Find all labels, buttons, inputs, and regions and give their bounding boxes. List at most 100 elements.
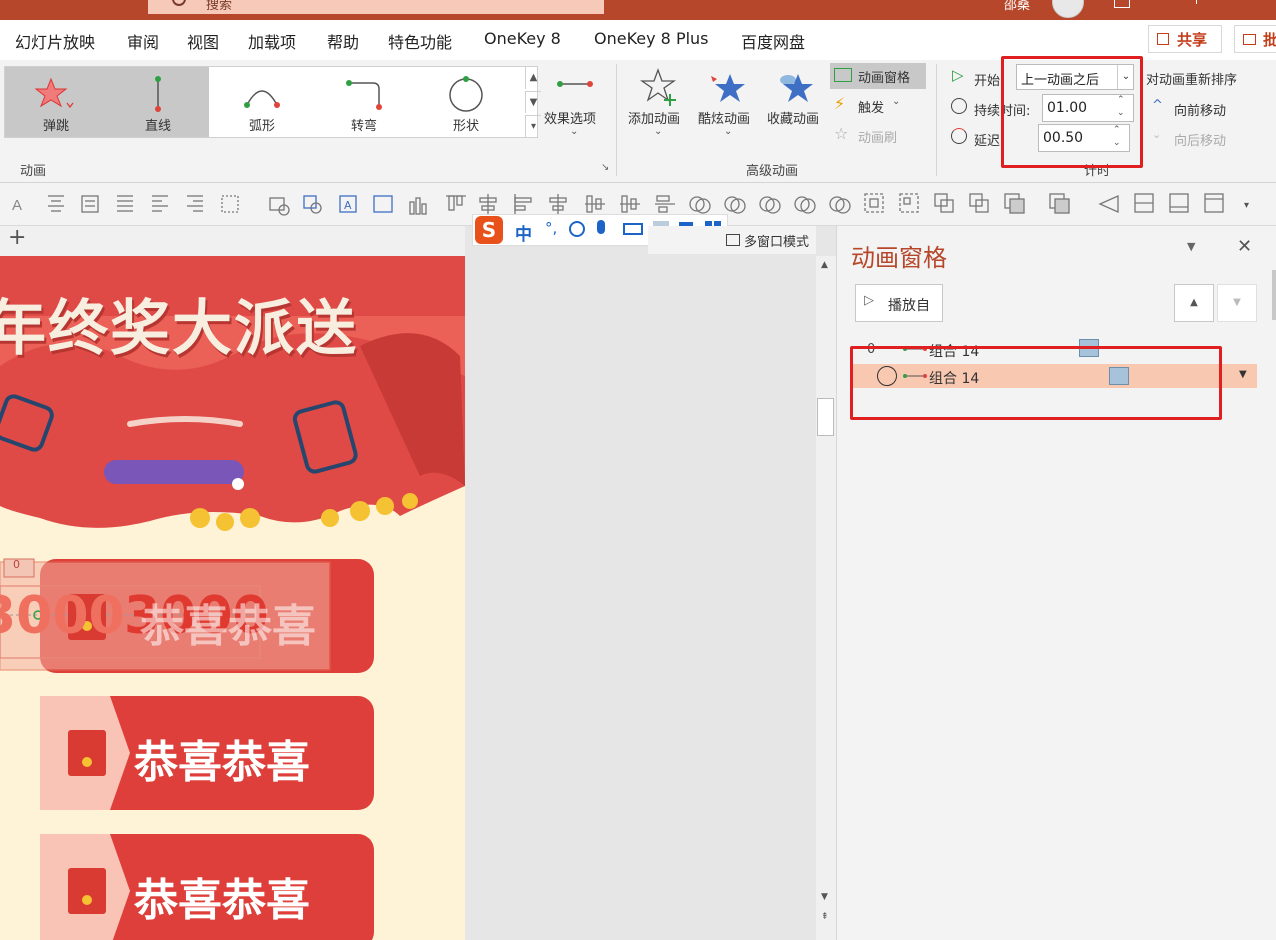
search-box[interactable]: 搜索 [148,0,604,14]
banner3-text[interactable]: 恭喜恭喜 [134,864,310,928]
gallery-up-arrow[interactable]: ▲ [525,67,541,89]
group-label-advanced: 高级动画 [746,160,798,179]
dialog-launcher-icon[interactable]: ↘ [601,162,609,173]
multiwindow-icon [726,234,740,246]
slide-title[interactable]: 年终奖大派送 [0,280,358,367]
ime-punctuation[interactable]: °, [545,219,557,237]
tab-slideshow[interactable]: 幻灯片放映 [15,29,95,53]
multiwindow-bar: 多窗口模式 [648,226,816,254]
scroll-up-icon[interactable]: ▲ [821,260,828,270]
animation-painter-button[interactable]: ☆ 动画刷 [834,124,914,146]
gallery-label-turn: 转弯 [313,115,415,134]
microphone-icon[interactable] [597,220,605,234]
pane-scrollbar[interactable] [1272,270,1276,320]
close-icon[interactable]: ✕ [1237,236,1252,257]
item-dropdown-icon[interactable]: ▼ [1239,369,1247,380]
restore-icon[interactable] [1114,0,1130,8]
tab-features[interactable]: 特色功能 [388,29,452,53]
trigger-label: 触发 [858,97,884,116]
chevron-down-icon: ⌄ [654,126,662,137]
tab-baidu-netdisk[interactable]: 百度网盘 [741,29,805,53]
banner1-text[interactable]: 恭喜恭喜 [140,590,316,654]
gallery-more-arrow[interactable]: ▾ [525,115,541,137]
comment-label: 批 [1263,29,1276,50]
move-earlier-button[interactable]: ^ 向前移动 [1150,98,1260,120]
slide-canvas[interactable]: 年终奖大派送 3000 3000 恭喜恭喜 0 恭喜恭喜 恭喜恭喜 [0,256,465,940]
gallery-item-shape[interactable]: 形状 [415,67,517,137]
svg-text:A: A [12,197,22,214]
fav-animation-label: 收藏动画 [767,108,819,127]
tab-onekey8[interactable]: OneKey 8 [484,29,561,48]
sogou-logo-icon[interactable]: S [475,216,503,244]
tab-view[interactable]: 视图 [187,29,219,53]
banner2-text[interactable]: 恭喜恭喜 [134,726,310,790]
gallery-label-bounce: 弹跳 [5,115,107,134]
play-from-button[interactable]: ▷ 播放自 [855,284,943,322]
share-button[interactable]: 共享 [1148,25,1222,53]
fav-star-icon [776,70,816,106]
gallery-label-arc: 弧形 [211,115,313,134]
animation-pane: 动画窗格 ▼ ✕ ▷ 播放自 ▲ ▼ 0 组合 14 组合 14 ▼ [836,226,1276,940]
move-down-button[interactable]: ▼ [1217,284,1257,322]
chevron-down-icon: ⌄ [724,126,732,137]
chevron-down-icon: ⌄ [892,96,900,107]
prev-slide-icon[interactable]: ⇞ [821,912,829,922]
comment-button[interactable]: 批 [1234,25,1276,53]
trigger-button[interactable]: ⚡ 触发 ⌄ [834,94,914,116]
fav-animation-button[interactable]: 收藏动画 [766,66,828,126]
tab-help[interactable]: 帮助 [327,29,359,53]
slide-vertical-scrollbar[interactable]: ▲ ▼ ⇞ [816,256,836,940]
share-icon [1157,33,1169,45]
minimize-icon[interactable] [1196,0,1209,4]
tab-review[interactable]: 审阅 [127,29,159,53]
scrollbar-thumb[interactable] [817,398,834,436]
search-placeholder: 搜索 [206,0,232,13]
animation-pane-title: 动画窗格 [851,238,947,273]
reorder-label: 对动画重新排序 [1146,69,1237,88]
slide-tab-strip: + [0,226,465,257]
add-icon[interactable]: + [8,225,26,250]
emoji-icon[interactable] [569,221,585,237]
gallery-item-arc[interactable]: 弧形 [211,67,313,137]
gallery-item-line[interactable]: 直线 [107,67,209,137]
share-label: 共享 [1177,29,1207,50]
play-from-label: 播放自 [888,295,930,315]
cool-animation-button[interactable]: 酷炫动画 ⌄ [696,66,762,146]
user-name[interactable]: 邵桑 [1004,0,1030,13]
star-brush-icon: ☆ [834,124,848,143]
add-star-icon [640,68,680,106]
multiwindow-label[interactable]: 多窗口模式 [744,231,809,250]
chevron-down-icon: ⌄ [570,126,578,137]
gallery-down-arrow[interactable]: ▼ [525,91,541,113]
annotation-box-list [850,346,1222,420]
tab-addins[interactable]: 加载项 [248,29,296,53]
gallery-item-bounce[interactable]: 弹跳 [5,67,107,137]
annotation-box-timing [1001,56,1143,168]
play-icon: ▷ [952,66,964,84]
tab-onekey8plus[interactable]: OneKey 8 Plus [594,29,709,48]
effect-options-button[interactable]: 效果选项 ⌄ [544,70,608,146]
add-animation-button[interactable]: 添加动画 ⌄ [626,66,692,146]
scroll-down-icon[interactable]: ▼ [821,892,828,902]
animation-pane-button[interactable]: 动画窗格 [830,63,926,89]
move-later-button[interactable]: ⌄ 向后移动 [1150,128,1260,150]
animation-gallery: 弹跳 直线 弧形 转弯 形状 ▲ ▼ ▾ [4,66,538,138]
keyboard-icon[interactable] [623,223,643,235]
svg-text:A: A [344,199,352,212]
arc-path-icon [211,75,313,113]
ime-chinese-mode[interactable]: 中 [515,220,532,245]
menu-bar: 幻灯片放映 审阅 视图 加载项 帮助 特色功能 OneKey 8 OneKey … [0,20,1276,60]
line-path-icon [107,75,209,113]
play-icon: ▷ [864,293,874,308]
move-earlier-label: 向前移动 [1174,100,1226,119]
pane-options-icon[interactable]: ▼ [1187,240,1195,253]
delay-label: 延迟: [974,130,1004,149]
move-up-button[interactable]: ▲ [1174,284,1214,322]
animation-pane-icon [834,68,852,82]
cool-animation-label: 酷炫动画 [698,108,750,127]
search-icon [172,0,186,6]
comment-icon [1243,34,1256,45]
gallery-item-turn[interactable]: 转弯 [313,67,415,137]
animation-pane-label: 动画窗格 [858,67,910,86]
chevron-up-icon: ^ [1152,98,1163,113]
